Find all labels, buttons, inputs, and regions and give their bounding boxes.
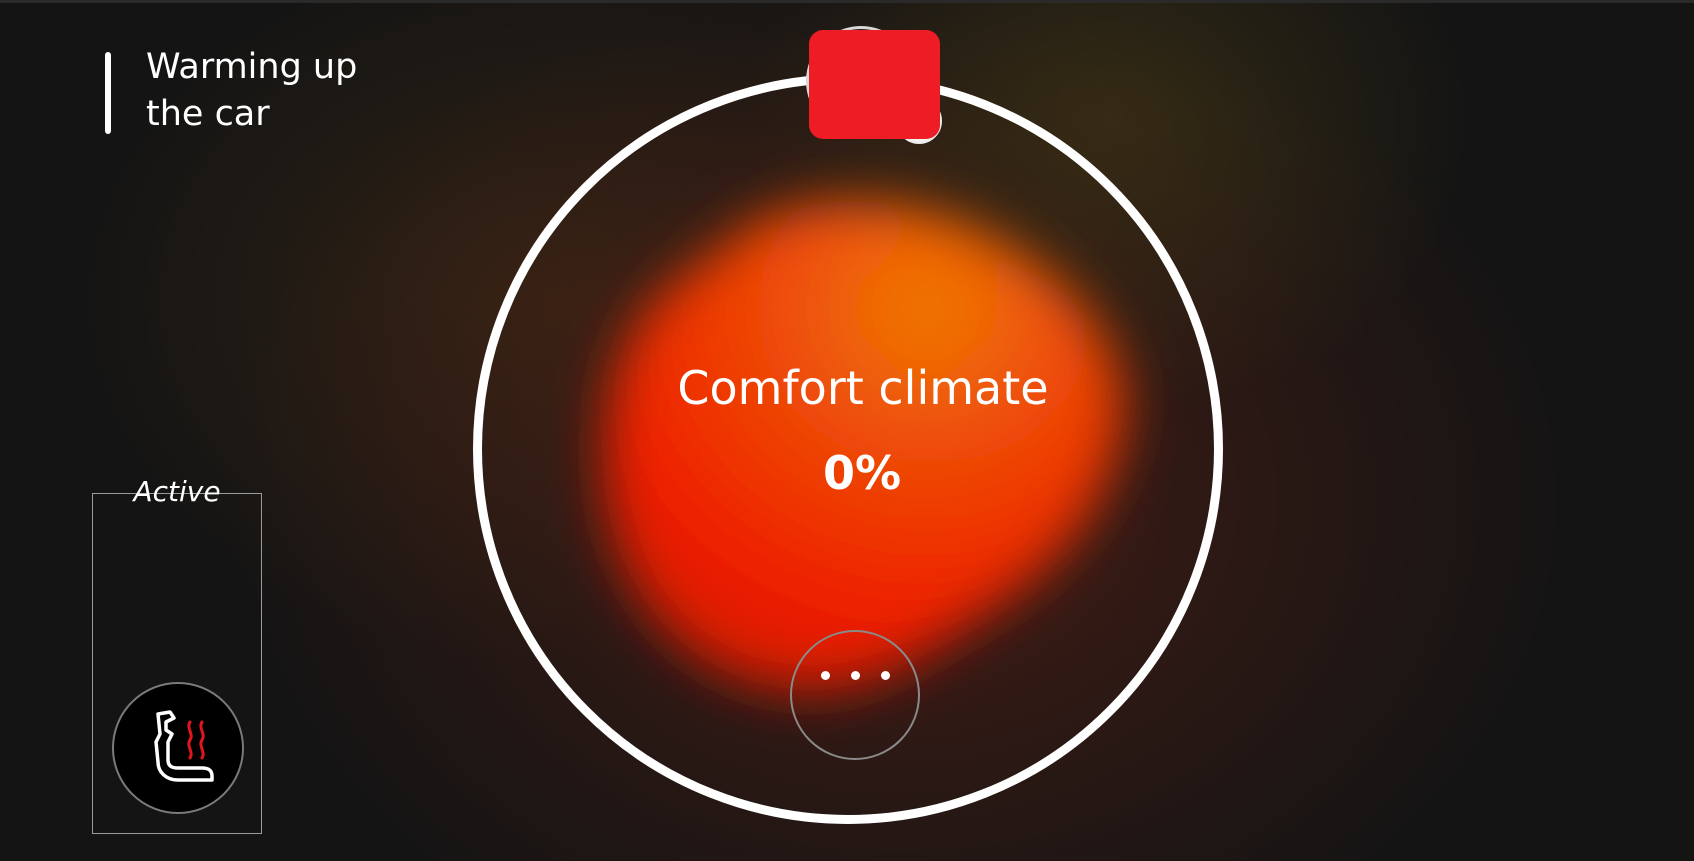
- seat-heating-button[interactable]: [112, 682, 244, 814]
- heated-seat-icon: [154, 710, 214, 782]
- more-options-button[interactable]: [790, 630, 920, 760]
- active-label: Active: [133, 475, 221, 508]
- page-title-line1: Warming up: [146, 47, 358, 87]
- dot: [820, 670, 830, 680]
- top-edge-divider: [0, 0, 1694, 3]
- dot: [850, 670, 860, 680]
- header-accent-bar: [105, 52, 111, 134]
- stop-button[interactable]: [809, 30, 940, 139]
- climate-percentage: 0%: [822, 446, 902, 500]
- page-title: Warming up the car: [146, 44, 446, 138]
- page-title-line2: the car: [146, 94, 270, 134]
- climate-label: Comfort climate: [677, 361, 1049, 415]
- more-dots-icon: [792, 612, 918, 738]
- screen: Warming up the car Comfort climate 0% Ac…: [0, 0, 1694, 861]
- dot: [880, 670, 890, 680]
